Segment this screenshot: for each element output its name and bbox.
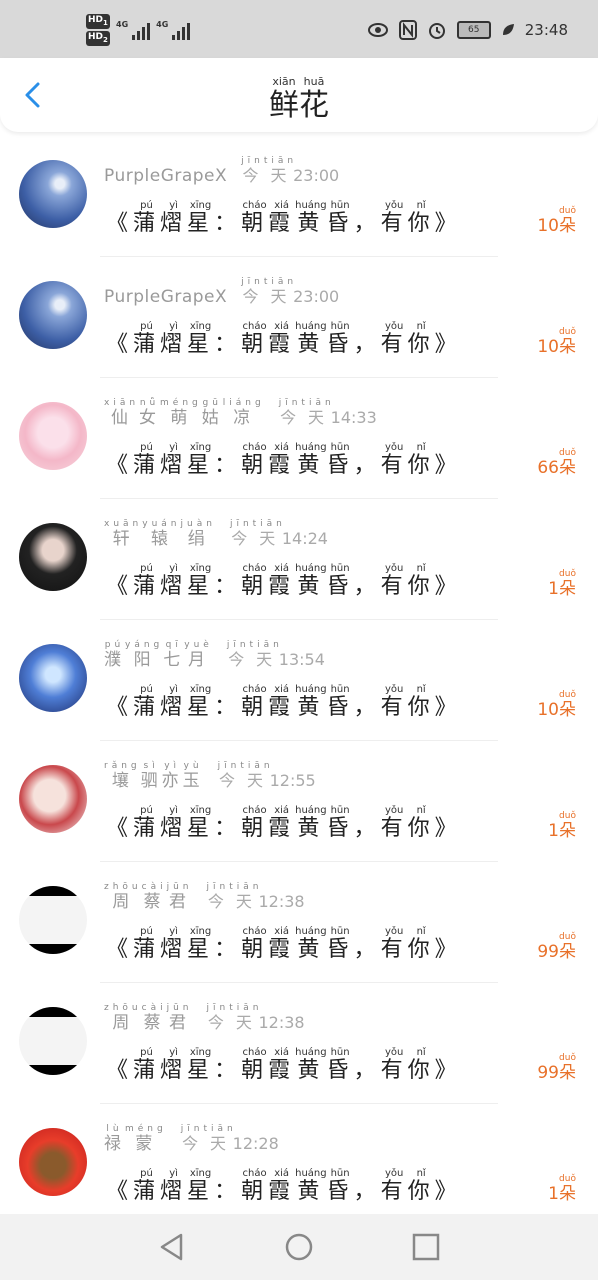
flower-count: 1朵duǒ (548, 569, 576, 599)
timestamp: 今jīn天tiān13:54 (226, 640, 325, 669)
sender-name: 仙xiān女nǚ萌méng姑gū凉liáng (104, 398, 265, 428)
list-item[interactable]: 周zhōu蔡cài君jūn 今jīn天tiān12:38 《蒲pú熠yì星xīng：… (0, 862, 598, 983)
leaf-icon (502, 24, 514, 35)
sender-line: 濮pú阳yáng七qī月yuè 今jīn天tiān13:54 (104, 640, 325, 670)
status-bar: HD1 HD2 4G 4G 65 23:48 (0, 0, 598, 58)
message-text: 《蒲pú熠yì星xīng：朝cháo霞xiá黄huáng昏hūn，有yǒu你nǐ… (106, 926, 462, 962)
sender-name: PurpleGrapeX (104, 166, 228, 186)
list-item[interactable]: 壤rǎng驷sì亦yì玉yù 今jīn天tiān12:55 《蒲pú熠yì星xīng… (0, 741, 598, 862)
sender-name: 轩xuān辕yuán绢juàn (104, 519, 216, 549)
avatar[interactable] (19, 281, 87, 349)
recents-square-icon[interactable] (411, 1232, 441, 1262)
header: 鲜xiān花huā (0, 58, 598, 132)
avatar[interactable] (19, 644, 87, 712)
sender-name: 禄lù蒙méng (104, 1124, 167, 1154)
avatar[interactable] (19, 1128, 87, 1196)
list-item[interactable]: 周zhōu蔡cài君jūn 今jīn天tiān12:38 《蒲pú熠yì星xīng：… (0, 983, 598, 1104)
avatar[interactable] (19, 523, 87, 591)
message-text: 《蒲pú熠yì星xīng：朝cháo霞xiá黄huáng昏hūn，有yǒu你nǐ… (106, 442, 462, 478)
eye-icon (367, 23, 388, 37)
hd1-badge: HD1 (86, 14, 110, 29)
flower-count: 99朵duǒ (537, 932, 576, 962)
timestamp: 今jīn天tiān23:00 (241, 277, 340, 306)
status-right: 65 23:48 (367, 20, 568, 40)
hd-indicators: HD1 HD2 (86, 14, 110, 46)
signal-icon-2: 4G (156, 20, 191, 40)
navigation-bar (0, 1214, 598, 1280)
message-text: 《蒲pú熠yì星xīng：朝cháo霞xiá黄huáng昏hūn，有yǒu你nǐ… (106, 200, 462, 236)
avatar[interactable] (19, 765, 87, 833)
flower-list: PurpleGrapeX 今jīn天tiān23:00 《蒲pú熠yì星xīng：朝… (0, 136, 598, 1225)
sender-line: 壤rǎng驷sì亦yì玉yù 今jīn天tiān12:55 (104, 761, 316, 791)
timestamp: 今jīn天tiān23:00 (241, 156, 340, 185)
nfc-icon (398, 20, 417, 40)
sender-name: PurpleGrapeX (104, 287, 228, 307)
back-triangle-icon[interactable] (157, 1232, 187, 1262)
page-title: 鲜xiān花huā (269, 75, 329, 123)
timestamp: 今jīn天tiān12:38 (206, 882, 305, 911)
message-text: 《蒲pú熠yì星xīng：朝cháo霞xiá黄huáng昏hūn，有yǒu你nǐ… (106, 1047, 462, 1083)
sender-line: PurpleGrapeX 今jīn天tiān23:00 (104, 156, 339, 186)
list-item[interactable]: 轩xuān辕yuán绢juàn 今jīn天tiān14:24 《蒲pú熠yì星xīn… (0, 499, 598, 620)
flower-count: 99朵duǒ (537, 1053, 576, 1083)
avatar[interactable] (19, 1007, 87, 1075)
sender-name: 濮pú阳yáng七qī月yuè (104, 640, 213, 670)
message-text: 《蒲pú熠yì星xīng：朝cháo霞xiá黄huáng昏hūn，有yǒu你nǐ… (106, 321, 462, 357)
signal-icon-1: 4G (116, 20, 151, 40)
message-text: 《蒲pú熠yì星xīng：朝cháo霞xiá黄huáng昏hūn，有yǒu你nǐ… (106, 805, 462, 841)
timestamp: 今jīn天tiān12:38 (206, 1003, 305, 1032)
list-item[interactable]: 仙xiān女nǚ萌méng姑gū凉liáng 今jīn天tiān14:33 《蒲pú… (0, 378, 598, 499)
sender-name: 壤rǎng驷sì亦yì玉yù (104, 761, 204, 791)
timestamp: 今jīn天tiān14:24 (229, 519, 328, 548)
network-indicators: HD1 HD2 4G 4G (86, 14, 191, 46)
alarm-icon (428, 23, 445, 39)
flower-count: 1朵duǒ (548, 1174, 576, 1204)
flower-count: 10朵duǒ (537, 690, 576, 720)
sender-line: 轩xuān辕yuán绢juàn 今jīn天tiān14:24 (104, 519, 328, 549)
home-circle-icon[interactable] (284, 1232, 314, 1262)
sender-line: PurpleGrapeX 今jīn天tiān23:00 (104, 277, 339, 307)
flower-count: 10朵duǒ (537, 206, 576, 236)
avatar[interactable] (19, 886, 87, 954)
clock: 23:48 (524, 21, 568, 39)
timestamp: 今jīn天tiān12:28 (180, 1124, 279, 1153)
sender-line: 仙xiān女nǚ萌méng姑gū凉liáng 今jīn天tiān14:33 (104, 398, 377, 428)
list-item[interactable]: PurpleGrapeX 今jīn天tiān23:00 《蒲pú熠yì星xīng：朝… (0, 136, 598, 257)
flower-count: 1朵duǒ (548, 811, 576, 841)
battery-icon: 65 (456, 21, 491, 39)
sender-line: 禄lù蒙méng 今jīn天tiān12:28 (104, 1124, 279, 1154)
message-text: 《蒲pú熠yì星xīng：朝cháo霞xiá黄huáng昏hūn，有yǒu你nǐ… (106, 684, 462, 720)
flower-count: 10朵duǒ (537, 327, 576, 357)
list-item[interactable]: 濮pú阳yáng七qī月yuè 今jīn天tiān13:54 《蒲pú熠yì星xīn… (0, 620, 598, 741)
list-item[interactable]: 禄lù蒙méng 今jīn天tiān12:28 《蒲pú熠yì星xīng：朝cháo… (0, 1104, 598, 1225)
list-item[interactable]: PurpleGrapeX 今jīn天tiān23:00 《蒲pú熠yì星xīng：朝… (0, 257, 598, 378)
sender-line: 周zhōu蔡cài君jūn 今jīn天tiān12:38 (104, 882, 305, 912)
avatar[interactable] (19, 160, 87, 228)
message-text: 《蒲pú熠yì星xīng：朝cháo霞xiá黄huáng昏hūn，有yǒu你nǐ… (106, 1168, 462, 1204)
sender-name: 周zhōu蔡cài君jūn (104, 882, 193, 912)
flower-count: 66朵duǒ (537, 448, 576, 478)
sender-name: 周zhōu蔡cài君jūn (104, 1003, 193, 1033)
hd2-badge: HD2 (86, 30, 110, 46)
timestamp: 今jīn天tiān12:55 (217, 761, 316, 790)
timestamp: 今jīn天tiān14:33 (278, 398, 377, 427)
avatar[interactable] (19, 402, 87, 470)
sender-line: 周zhōu蔡cài君jūn 今jīn天tiān12:38 (104, 1003, 305, 1033)
message-text: 《蒲pú熠yì星xīng：朝cháo霞xiá黄huáng昏hūn，有yǒu你nǐ… (106, 563, 462, 599)
